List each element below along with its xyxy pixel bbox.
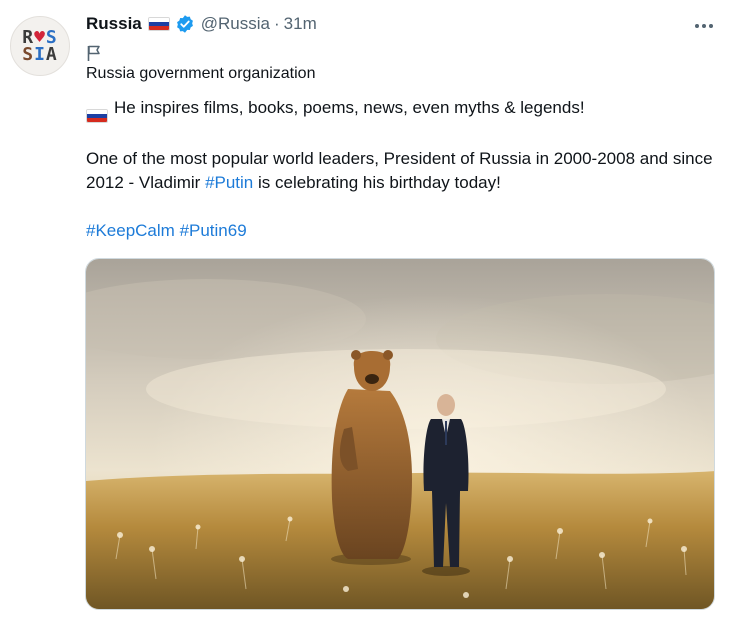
- photo-bear-and-man-in-field: [86, 259, 714, 609]
- hashtag-putin69[interactable]: #Putin69: [180, 221, 247, 240]
- government-label: Russia government organization: [86, 65, 316, 82]
- hashtag-keepcalm[interactable]: #KeepCalm: [86, 221, 175, 240]
- russia-flag-icon: [86, 109, 108, 123]
- tweet-sentence: He inspires films, books, poems, news, e…: [114, 98, 585, 117]
- tweet-line-2: One of the most popular world leaders, P…: [86, 147, 716, 195]
- avatar-letter: S: [22, 44, 35, 65]
- tweet-card: R ♥ S S I A Russia @Russia · 31m Russia …: [0, 0, 730, 626]
- tweet-header: Russia @Russia · 31m: [86, 12, 317, 36]
- tweet-line-1: He inspires films, books, poems, news, e…: [86, 96, 716, 123]
- separator-dot: ·: [273, 14, 280, 33]
- more-options-icon[interactable]: [692, 14, 716, 38]
- avatar-line-2: S I A: [22, 44, 58, 65]
- tweet-photo[interactable]: [85, 258, 715, 610]
- avatar-letter: A: [45, 44, 58, 65]
- account-handle[interactable]: @Russia: [201, 14, 270, 34]
- hashtag-putin[interactable]: #Putin: [205, 173, 253, 192]
- tweet-hashtags: #KeepCalm #Putin69: [86, 219, 716, 243]
- timestamp[interactable]: 31m: [284, 14, 317, 34]
- russia-flag-icon: [147, 17, 170, 31]
- account-name[interactable]: Russia: [86, 14, 142, 34]
- tweet-text: He inspires films, books, poems, news, e…: [86, 96, 716, 243]
- tweet-sentence: is celebrating his birthday today!: [253, 173, 501, 192]
- avatar-letter: I: [34, 44, 46, 65]
- flag-outline-icon: [87, 45, 100, 61]
- avatar[interactable]: R ♥ S S I A: [10, 16, 70, 76]
- verified-badge-icon: [176, 15, 193, 33]
